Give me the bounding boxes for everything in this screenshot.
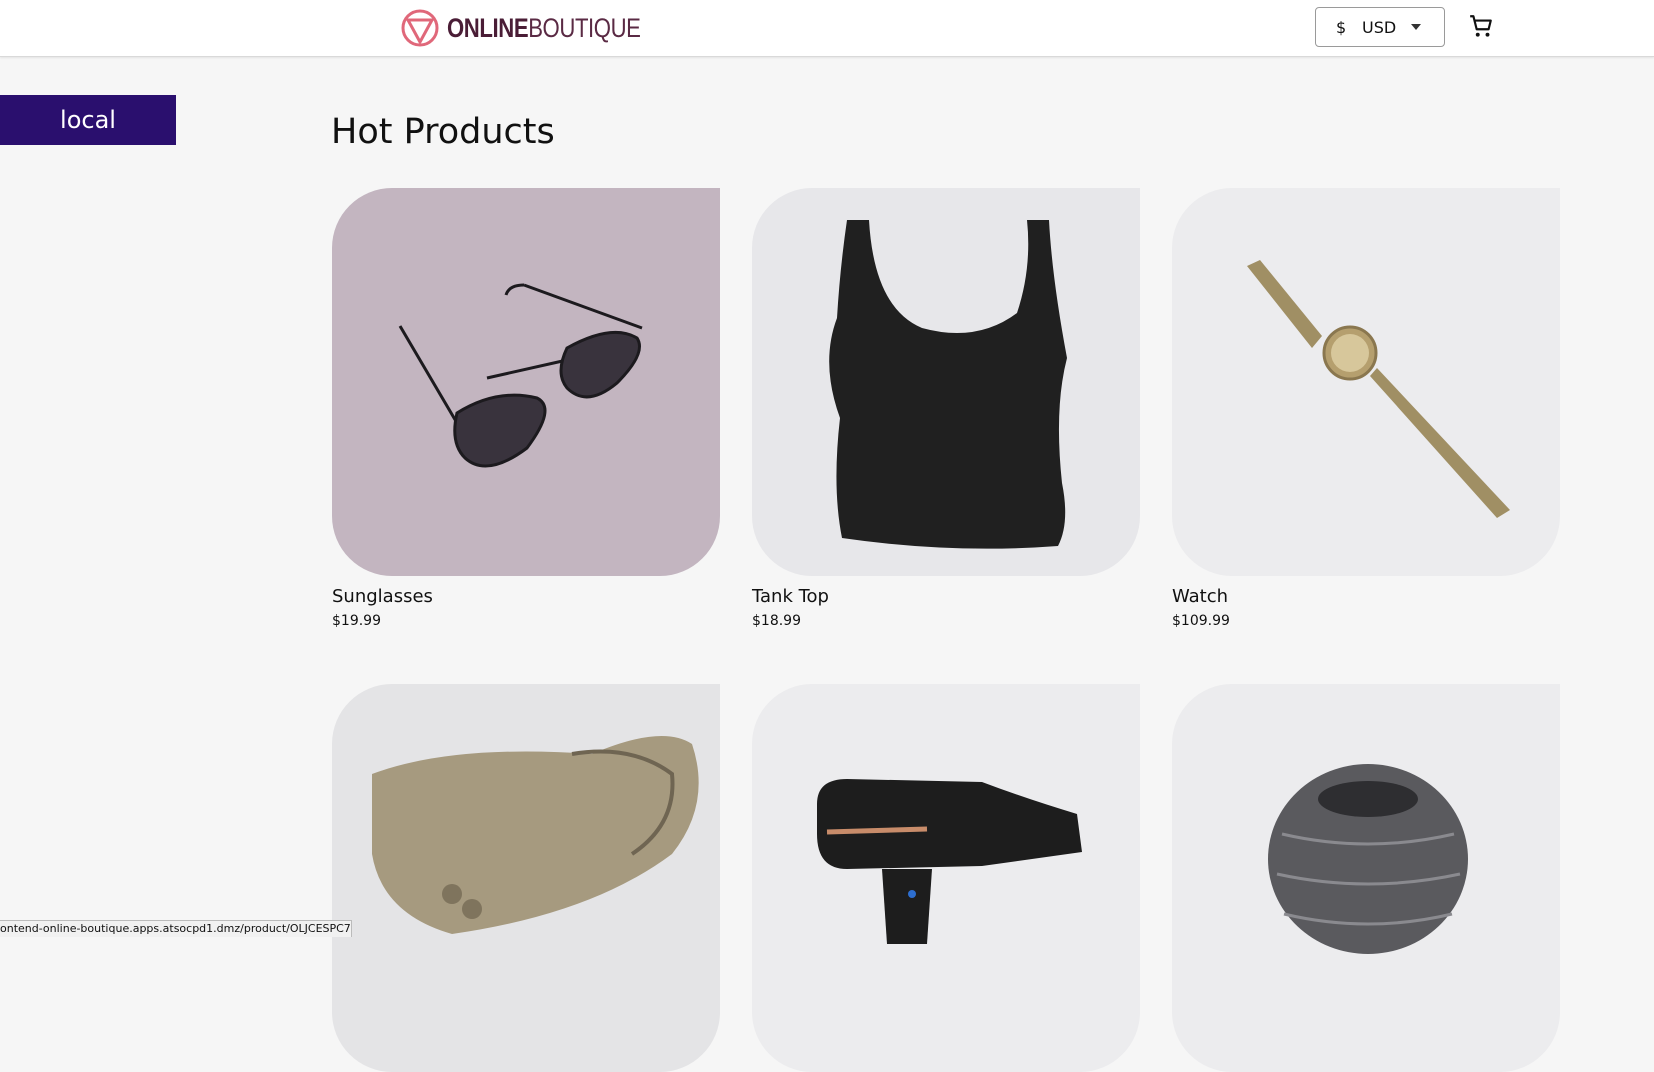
site-header: ONLINEBOUTIQUE $ USD [0, 0, 1654, 57]
logo-text-boutique: BOUTIQUE [528, 13, 641, 43]
cart-button[interactable] [1468, 13, 1494, 39]
product-name[interactable]: Sunglasses [332, 586, 720, 607]
logo-wordmark: ONLINEBOUTIQUE [447, 6, 641, 50]
product-image[interactable] [332, 684, 720, 1072]
loafers-image [332, 684, 720, 1072]
page-title: Hot Products [331, 112, 555, 152]
product-image[interactable] [752, 188, 1140, 576]
shopping-cart-icon [1470, 15, 1492, 37]
product-card[interactable] [1172, 684, 1560, 1072]
product-price: $18.99 [752, 613, 801, 629]
product-card[interactable]: Tank Top $18.99 [752, 188, 1140, 629]
product-price: $19.99 [332, 613, 381, 629]
product-image[interactable] [332, 188, 720, 576]
product-image[interactable] [1172, 684, 1560, 1072]
sunglasses-image [332, 188, 720, 576]
product-card[interactable]: Watch $109.99 [1172, 188, 1560, 629]
store-logo[interactable]: ONLINEBOUTIQUE [400, 6, 683, 50]
hair-dryer-image [752, 684, 1140, 1072]
product-card[interactable] [752, 684, 1140, 1072]
chevron-down-icon [1411, 24, 1421, 30]
environment-badge: local [0, 95, 176, 145]
product-card[interactable] [332, 684, 720, 1072]
boutique-logo-icon [401, 9, 439, 47]
candle-holder-image [1172, 684, 1560, 1072]
product-image[interactable] [752, 684, 1140, 1072]
product-image[interactable] [1172, 188, 1560, 576]
product-name[interactable]: Tank Top [752, 586, 1140, 607]
currency-symbol: $ [1336, 18, 1347, 37]
product-name[interactable]: Watch [1172, 586, 1560, 607]
currency-selector[interactable]: $ USD [1315, 7, 1445, 47]
currency-code: USD [1362, 18, 1397, 37]
logo-text-online: ONLINE [447, 13, 529, 43]
link-status-bar: ontend-online-boutique.apps.atsocpd1.dmz… [0, 920, 352, 937]
product-price: $109.99 [1172, 613, 1230, 629]
tank-top-image [752, 188, 1140, 576]
product-card[interactable]: Sunglasses $19.99 [332, 188, 720, 629]
watch-image [1172, 188, 1560, 576]
